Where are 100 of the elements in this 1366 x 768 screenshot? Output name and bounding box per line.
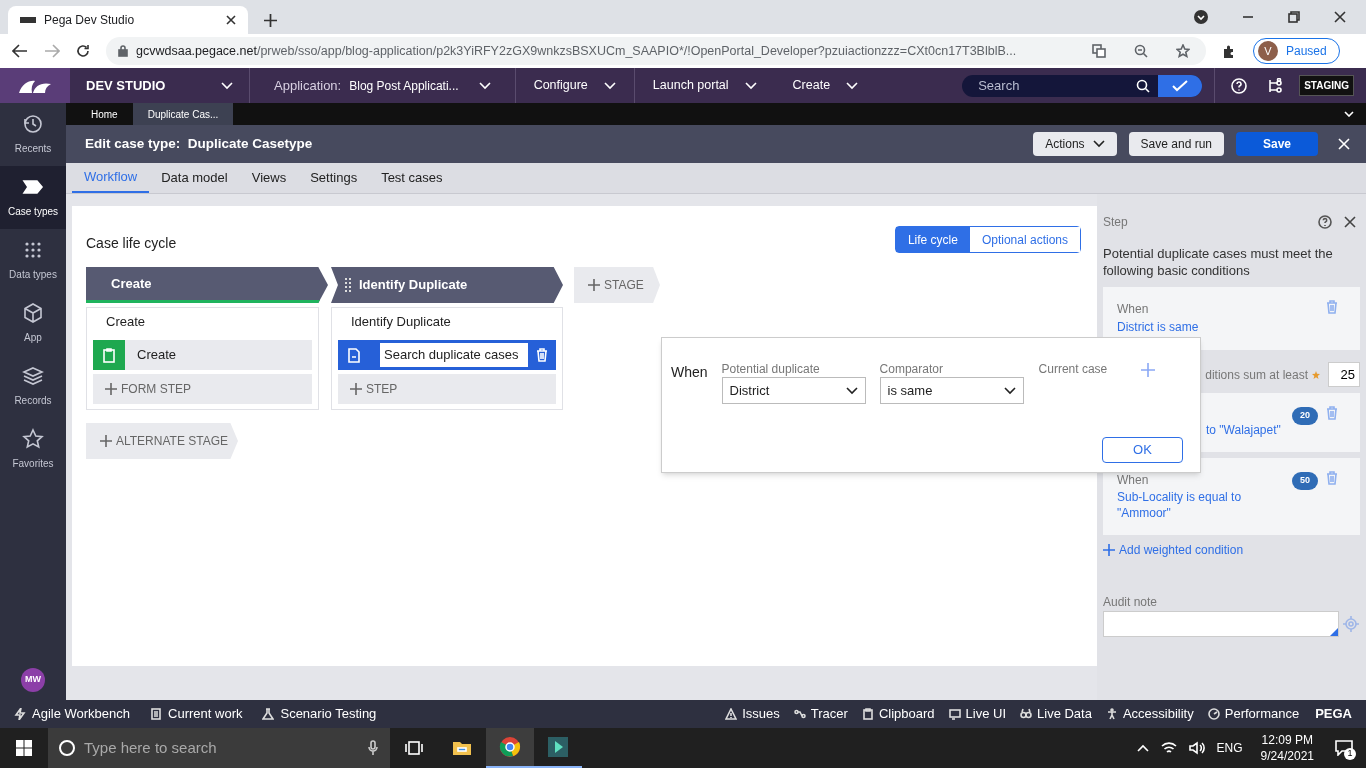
add-step-button[interactable]: STEP	[338, 374, 556, 404]
app-icon[interactable]	[547, 736, 569, 758]
caret-icon	[1003, 386, 1016, 395]
subtab[interactable]: Data model	[149, 163, 240, 193]
sidebar-item[interactable]: App	[0, 292, 66, 355]
condition-link[interactable]: District is same	[1117, 318, 1326, 336]
toolbar-item[interactable]: Scenario Testing	[262, 704, 377, 724]
clock[interactable]: 12:09 PM 9/24/2021	[1260, 732, 1314, 764]
dropdown[interactable]: is same	[879, 377, 1024, 404]
lock-icon	[118, 45, 128, 57]
user-avatar[interactable]: MW	[21, 668, 45, 692]
star-icon[interactable]	[1176, 44, 1190, 58]
close-icon[interactable]	[1334, 11, 1346, 23]
task-view-icon[interactable]	[405, 741, 423, 755]
monitor-icon	[948, 708, 961, 720]
close-icon[interactable]	[226, 15, 236, 25]
new-tab-icon[interactable]	[264, 13, 277, 27]
document-tab[interactable]: Duplicate Cas...	[132, 103, 234, 125]
save-and-run-button[interactable]: Save and run	[1128, 132, 1224, 156]
language-indicator[interactable]: ENG	[1216, 739, 1243, 757]
dropdown[interactable]: District	[721, 377, 866, 404]
plus-icon	[100, 435, 112, 447]
hierarchy-icon[interactable]	[1267, 77, 1284, 94]
audit-note-label: Audit note	[1103, 594, 1159, 611]
layers-icon	[22, 365, 44, 387]
subtab[interactable]: Views	[239, 163, 299, 193]
favicon-icon	[20, 16, 36, 24]
microphone-icon[interactable]	[368, 740, 378, 756]
toolbar-item[interactable]: Performance	[1207, 704, 1300, 724]
back-icon[interactable]	[12, 44, 28, 58]
document-icon	[348, 347, 360, 363]
add-stage-button[interactable]: STAGE	[574, 267, 660, 303]
audit-note-field[interactable]	[1103, 611, 1339, 637]
profile-status: Paused	[1286, 43, 1327, 60]
profile-menu-icon[interactable]	[1194, 10, 1208, 24]
toolbar-item[interactable]: Accessibility	[1105, 704, 1194, 724]
step-name-field[interactable]: Search duplicate cases	[380, 343, 528, 367]
nav-menu[interactable]: Create	[774, 68, 877, 103]
toolbar-item[interactable]: Issues	[725, 704, 780, 724]
chevron-icon[interactable]	[1344, 111, 1354, 117]
address-bar[interactable]: gcvwdsaa.pegace.net/prweb/sso/app/blog-application/p2k3YiRFY2zGX9wnkzsBSXUCm_SAAPIO*/!OpenPortal_Developer?pzuiactionzzz=CXt0cn17T3BlblB...	[106, 37, 1206, 65]
drag-handle-icon[interactable]	[345, 278, 351, 292]
process-title[interactable]: Identify Duplicate	[338, 308, 556, 336]
add-alternate-stage-button[interactable]: ALTERNATE STAGE	[86, 423, 238, 459]
clipboard-list-icon	[150, 708, 163, 720]
toolbar-item[interactable]: Live UI	[948, 704, 1006, 724]
glasses-icon	[1020, 708, 1032, 720]
toolbar-item[interactable]: Tracer	[793, 704, 848, 724]
view-toggle[interactable]: Life cycle	[895, 227, 970, 252]
threshold-field[interactable]: 25	[1328, 362, 1360, 387]
search-icon[interactable]	[1136, 78, 1151, 93]
panel-title: Step	[1103, 214, 1129, 231]
windows-icon[interactable]	[16, 740, 32, 756]
restore-icon[interactable]	[1288, 11, 1300, 23]
sidebar-item[interactable]: Recents	[0, 103, 66, 166]
caret-icon	[603, 81, 616, 90]
subtab[interactable]: Test cases	[369, 163, 455, 193]
toolbar-item[interactable]: Agile Workbench	[14, 704, 131, 724]
sidebar-item[interactable]: Favorites	[0, 418, 66, 481]
caret-up-icon[interactable]	[1136, 744, 1149, 752]
tab-title: Pega Dev Studio	[44, 12, 136, 29]
document-tab[interactable]: Home	[76, 103, 133, 125]
zoom-icon[interactable]	[1134, 44, 1148, 58]
ok-button[interactable]: OK	[1102, 437, 1183, 463]
sidebar-item[interactable]: Data types	[0, 229, 66, 292]
toolbar-item[interactable]: Current work	[150, 704, 243, 724]
caret-icon	[221, 81, 233, 90]
speaker-icon[interactable]	[1188, 741, 1205, 755]
folder-icon[interactable]	[452, 740, 472, 756]
wifi-icon[interactable]	[1160, 741, 1177, 755]
search-field[interactable]: Search	[962, 74, 1203, 97]
actions-menu-button[interactable]: Actions	[1033, 132, 1117, 156]
save-button[interactable]: Save	[1236, 132, 1318, 156]
step-row[interactable]: Create	[93, 340, 312, 370]
reload-icon[interactable]	[76, 44, 90, 58]
notification-button[interactable]: 1	[1332, 736, 1356, 760]
add-step-button[interactable]: FORM STEP	[93, 374, 312, 404]
condition-link[interactable]: to "Walajapet"	[1206, 422, 1292, 438]
stage-header[interactable]: Identify Duplicate	[331, 267, 563, 303]
translate-icon[interactable]	[1092, 44, 1106, 58]
cube-icon	[22, 302, 44, 324]
process-title[interactable]: Create	[93, 308, 312, 336]
browser-icon[interactable]	[499, 736, 521, 758]
close-icon[interactable]	[1344, 216, 1356, 228]
stage-header[interactable]: Create	[86, 267, 328, 303]
sidebar-item[interactable]: Case types	[0, 166, 66, 229]
taskbar-search-field[interactable]: Type here to search	[48, 728, 390, 768]
nav-menu[interactable]: Launch portal	[634, 68, 775, 103]
condition-link[interactable]: Sub-Locality is equal to "Ammoor"	[1117, 489, 1292, 521]
step-row[interactable]: Search duplicate cases	[338, 340, 556, 370]
check-icon[interactable]	[1158, 74, 1203, 97]
toolbar-item[interactable]: Live Data	[1020, 704, 1092, 724]
threshold-label: ditions sum at least	[1205, 366, 1308, 384]
help-icon[interactable]	[1318, 215, 1332, 229]
plus-icon	[105, 383, 117, 395]
toolbar-item[interactable]: Clipboard	[861, 704, 935, 724]
sidebar-item[interactable]: Records	[0, 355, 66, 418]
browser-tab[interactable]: Pega Dev Studio	[8, 6, 248, 34]
add-condition-link[interactable]: Add weighted condition	[1103, 541, 1360, 559]
subtab[interactable]: Settings	[298, 163, 370, 193]
